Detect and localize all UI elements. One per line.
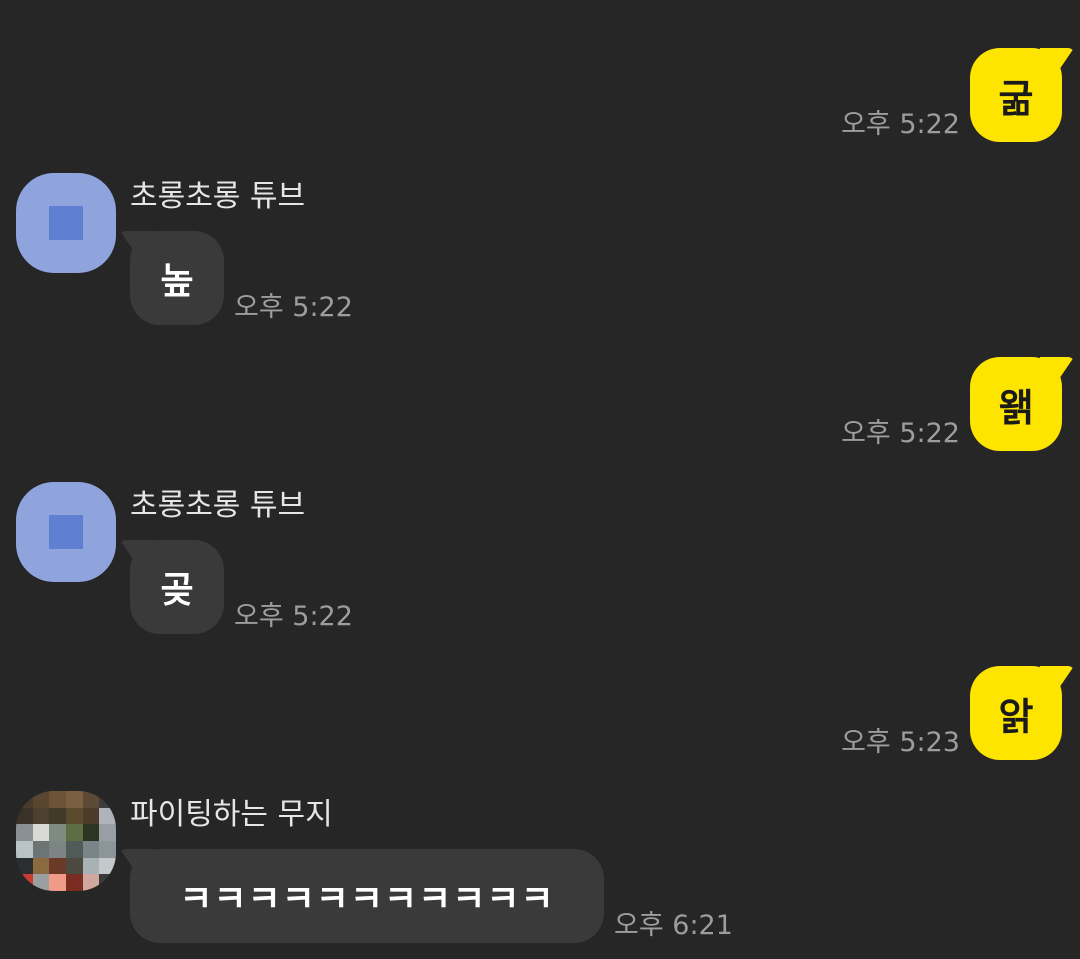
- incoming-message: 초롱초롱 튜브 높 오후 5:22: [16, 173, 353, 325]
- message-text: 높: [160, 261, 194, 302]
- sender-name: 초롱초롱 튜브: [130, 488, 306, 523]
- message-text: 곶: [160, 570, 194, 611]
- message-time: 오후 5:22: [841, 109, 960, 140]
- avatar[interactable]: [16, 482, 116, 582]
- message-bubble[interactable]: 높: [130, 231, 224, 325]
- message-bubble[interactable]: ㅋㅋㅋㅋㅋㅋㅋㅋㅋㅋㅋ: [130, 849, 604, 943]
- message-time: 오후 5:22: [234, 601, 353, 632]
- message-text: 왥: [998, 385, 1034, 430]
- sender-name: 파이팅하는 무지: [130, 797, 333, 832]
- outgoing-message: 오후 5:23 앍: [841, 666, 1062, 760]
- avatar[interactable]: [16, 791, 116, 891]
- message-time: 오후 5:22: [234, 292, 353, 323]
- default-profile-icon: [49, 206, 83, 240]
- outgoing-message: 오후 5:22 굶: [841, 48, 1062, 142]
- message-bubble[interactable]: 앍: [970, 666, 1062, 760]
- message-bubble[interactable]: 곶: [130, 540, 224, 634]
- message-time: 오후 5:23: [841, 727, 960, 758]
- message-time: 오후 6:21: [614, 910, 733, 941]
- default-profile-icon: [49, 515, 83, 549]
- message-text: 굶: [998, 76, 1034, 121]
- message-text: ㅋㅋㅋㅋㅋㅋㅋㅋㅋㅋㅋ: [179, 879, 555, 920]
- chat-room: 오후 5:22 굶 초롱초롱 튜브 높 오후 5:22 오후 5:22 왥 초롱…: [0, 0, 1080, 959]
- sender-name: 초롱초롱 튜브: [130, 179, 306, 214]
- avatar[interactable]: [16, 173, 116, 273]
- message-bubble[interactable]: 굶: [970, 48, 1062, 142]
- message-bubble[interactable]: 왥: [970, 357, 1062, 451]
- outgoing-message: 오후 5:22 왥: [841, 357, 1062, 451]
- message-text: 앍: [998, 694, 1034, 739]
- incoming-message: 파이팅하는 무지 ㅋㅋㅋㅋㅋㅋㅋㅋㅋㅋㅋ 오후 6:21: [16, 791, 733, 943]
- message-time: 오후 5:22: [841, 418, 960, 449]
- incoming-message: 초롱초롱 튜브 곶 오후 5:22: [16, 482, 353, 634]
- pixelated-photo-icon: [16, 791, 116, 891]
